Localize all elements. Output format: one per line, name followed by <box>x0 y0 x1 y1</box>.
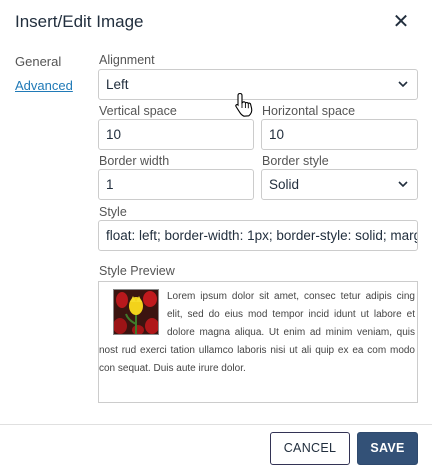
style-input[interactable]: float: left; border-width: 1px; border-s… <box>98 220 418 251</box>
border-style-label: Border style <box>262 154 329 168</box>
tab-general[interactable]: General <box>15 54 61 69</box>
style-preview: Lorem ipsum dolor sit amet, consec tetur… <box>98 281 418 403</box>
tulip-image <box>113 289 159 335</box>
horizontal-space-input[interactable]: 10 <box>261 119 418 150</box>
tab-advanced[interactable]: Advanced <box>15 78 73 93</box>
dialog-title: Insert/Edit Image <box>15 12 144 31</box>
chevron-down-icon <box>398 81 408 88</box>
insert-edit-image-dialog: Insert/Edit Image ✕ General Advanced Ali… <box>0 0 432 471</box>
save-button[interactable]: SAVE <box>357 432 418 465</box>
horizontal-space-label: Horizontal space <box>262 104 356 118</box>
vertical-space-input[interactable]: 10 <box>98 119 254 150</box>
border-width-input[interactable]: 1 <box>98 169 254 200</box>
style-preview-label: Style Preview <box>99 264 175 278</box>
alignment-select[interactable]: Left <box>98 69 418 100</box>
border-style-value: Solid <box>269 177 300 192</box>
chevron-down-icon <box>398 181 408 188</box>
footer-divider <box>0 424 432 425</box>
cancel-button[interactable]: CANCEL <box>270 432 350 465</box>
alignment-label: Alignment <box>99 53 155 67</box>
close-icon[interactable]: ✕ <box>389 10 413 34</box>
hand-pointer-icon <box>235 92 253 117</box>
border-style-select[interactable]: Solid <box>261 169 418 200</box>
vertical-space-label: Vertical space <box>99 104 177 118</box>
alignment-value: Left <box>106 77 129 92</box>
style-label: Style <box>99 205 127 219</box>
border-width-label: Border width <box>99 154 170 168</box>
